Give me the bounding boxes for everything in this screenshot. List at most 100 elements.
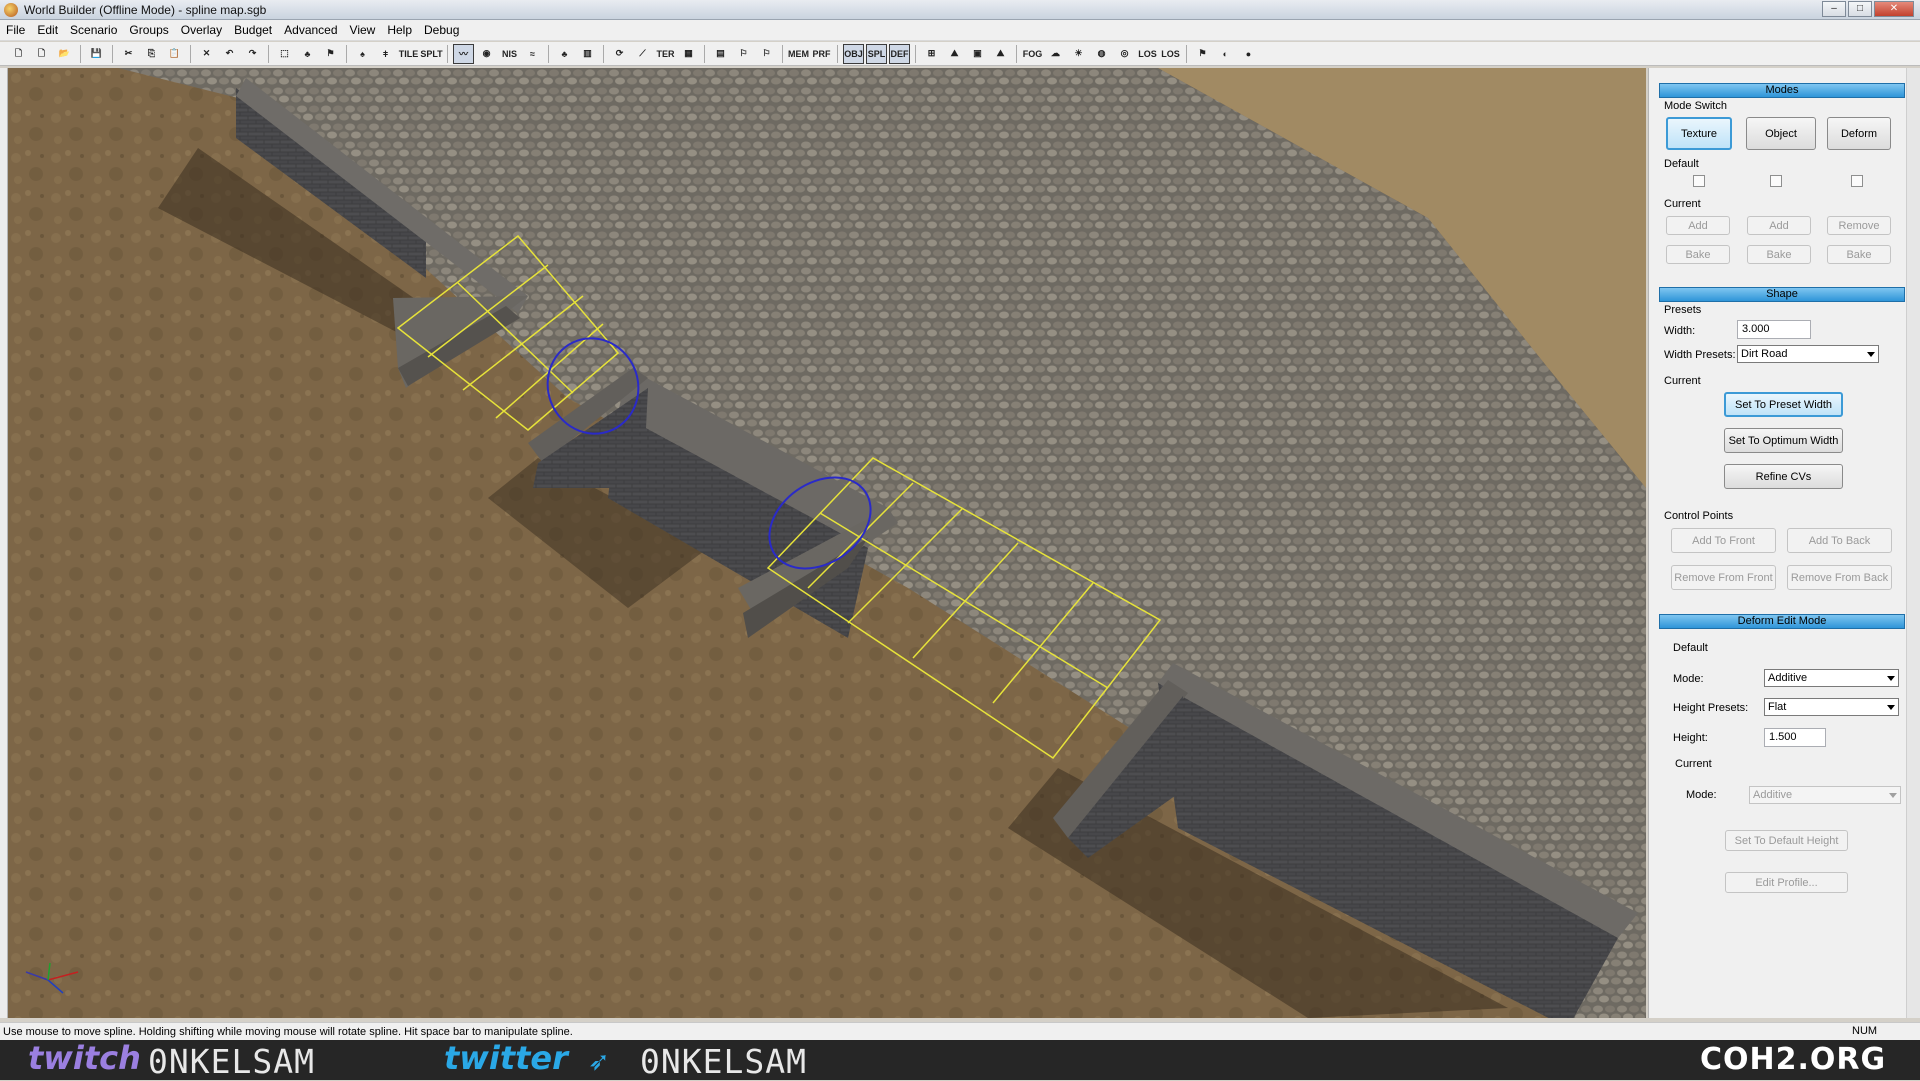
- deform-mode-select[interactable]: Additive: [1764, 669, 1899, 687]
- copy-icon[interactable]: ⎘: [141, 44, 162, 64]
- water-icon[interactable]: ◉: [476, 44, 497, 64]
- menu-groups[interactable]: Groups: [123, 20, 174, 41]
- redo-icon[interactable]: ↷: [242, 44, 263, 64]
- 3d-viewport[interactable]: [8, 68, 1646, 1018]
- texture-default-checkbox[interactable]: [1693, 175, 1705, 187]
- toolbar-tile-button[interactable]: TILE: [398, 44, 419, 64]
- toolbar-los-button[interactable]: LOS: [1137, 44, 1158, 64]
- sky-icon[interactable]: ☁: [1045, 44, 1066, 64]
- height-presets-select[interactable]: Flat: [1764, 698, 1899, 716]
- width-presets-select[interactable]: Dirt Road: [1737, 345, 1879, 363]
- remove-from-back-button[interactable]: Remove From Back: [1787, 565, 1892, 590]
- menu-scenario[interactable]: Scenario: [64, 20, 123, 41]
- num-lock-indicator: NUM: [1852, 1025, 1878, 1037]
- menu-advanced[interactable]: Advanced: [278, 20, 343, 41]
- deform-remove-button[interactable]: Remove: [1827, 216, 1891, 235]
- remove-from-front-button[interactable]: Remove From Front: [1671, 565, 1776, 590]
- close-button[interactable]: ✕: [1874, 1, 1914, 17]
- deform-edit-mode-header[interactable]: Deform Edit Mode: [1659, 614, 1905, 629]
- chart-icon[interactable]: ▥: [577, 44, 598, 64]
- flag2-icon[interactable]: ⚑: [1192, 44, 1213, 64]
- object-add-button[interactable]: Add: [1747, 216, 1811, 235]
- modes-header[interactable]: Modes: [1659, 83, 1905, 98]
- wind-icon[interactable]: ≈: [522, 44, 543, 64]
- ruler-icon[interactable]: ⟋: [632, 44, 653, 64]
- tree2-icon[interactable]: ♣: [554, 44, 575, 64]
- save-icon[interactable]: 💾: [86, 44, 107, 64]
- add-to-front-button[interactable]: Add To Front: [1671, 528, 1776, 553]
- maximize-button[interactable]: □: [1848, 1, 1872, 17]
- twitter-bird-icon: ➶: [588, 1046, 610, 1076]
- status-text: Use mouse to move spline. Holding shifti…: [3, 1025, 573, 1038]
- edit-profile-button[interactable]: Edit Profile...: [1725, 872, 1848, 893]
- toolbar-ter-button[interactable]: TER: [655, 44, 676, 64]
- spline-icon[interactable]: 〰: [453, 43, 474, 64]
- paste-icon[interactable]: 📋: [164, 44, 185, 64]
- toolbar-fog-button[interactable]: FOG: [1022, 44, 1043, 64]
- tree-icon[interactable]: ♣: [297, 44, 318, 64]
- add-to-back-button[interactable]: Add To Back: [1787, 528, 1892, 553]
- width-input[interactable]: 3.000: [1737, 320, 1811, 339]
- map-icon[interactable]: ▤: [710, 44, 731, 64]
- cut-icon[interactable]: ✂: [118, 44, 139, 64]
- undo-icon[interactable]: ↶: [219, 44, 240, 64]
- height-input[interactable]: 1.500: [1764, 728, 1826, 747]
- select-icon[interactable]: ⬚: [274, 44, 295, 64]
- terrain2-icon[interactable]: ▣: [967, 44, 988, 64]
- globe-icon[interactable]: ◍: [1091, 44, 1112, 64]
- menu-overlay[interactable]: Overlay: [175, 20, 228, 41]
- new-alt-icon[interactable]: 🗋: [31, 44, 52, 64]
- minimize-button[interactable]: –: [1822, 1, 1846, 17]
- set-to-preset-width-button[interactable]: Set To Preset Width: [1724, 392, 1843, 417]
- texture-bake-button[interactable]: Bake: [1666, 245, 1730, 264]
- refine-cvs-button[interactable]: Refine CVs: [1724, 464, 1843, 489]
- chevron-down-icon: [1887, 676, 1895, 681]
- marker2-icon[interactable]: ⚐: [756, 44, 777, 64]
- deform-bake-button[interactable]: Bake: [1827, 245, 1891, 264]
- delete-icon[interactable]: ✕: [196, 44, 217, 64]
- zone-icon[interactable]: ⊞: [921, 44, 942, 64]
- toolbar-prf-button[interactable]: PRF: [811, 44, 832, 64]
- shape-header[interactable]: Shape: [1659, 287, 1905, 302]
- menu-file[interactable]: File: [0, 20, 31, 41]
- toolbar-nis-button[interactable]: NIS: [499, 44, 520, 64]
- toolbar-spl-button[interactable]: SPL: [866, 43, 887, 64]
- texture-add-button[interactable]: Add: [1666, 216, 1730, 235]
- left-collapse-strip[interactable]: [0, 68, 8, 1018]
- cam-icon[interactable]: ◎: [1114, 44, 1135, 64]
- object-bake-button[interactable]: Bake: [1747, 245, 1811, 264]
- toolbar-def-button[interactable]: DEF: [889, 43, 910, 64]
- new-icon[interactable]: 🗋: [8, 44, 29, 64]
- snap-icon[interactable]: ⟳: [609, 44, 630, 64]
- menu-debug[interactable]: Debug: [418, 20, 465, 41]
- terrain-icon[interactable]: ⛰: [944, 44, 965, 64]
- toolbar-mem-button[interactable]: MEM: [788, 44, 809, 64]
- toolbar-obj-button[interactable]: OBJ: [843, 43, 864, 64]
- lamp-icon[interactable]: ǂ: [375, 44, 396, 64]
- toolbar-splt-button[interactable]: SPLT: [420, 44, 442, 64]
- grid-icon[interactable]: ▦: [678, 44, 699, 64]
- menu-budget[interactable]: Budget: [228, 20, 278, 41]
- deform-default-checkbox[interactable]: [1851, 175, 1863, 187]
- bush-icon[interactable]: ♠: [352, 44, 373, 64]
- sun-icon[interactable]: ☀: [1068, 44, 1089, 64]
- terrain3-icon[interactable]: ⛰: [990, 44, 1011, 64]
- flag-icon[interactable]: ⚑: [320, 44, 341, 64]
- marker-icon[interactable]: ⚐: [733, 44, 754, 64]
- object-default-checkbox[interactable]: [1770, 175, 1782, 187]
- toolbar-separator: [268, 44, 269, 63]
- set-to-optimum-width-button[interactable]: Set To Optimum Width: [1724, 428, 1843, 453]
- toolbar-los-button[interactable]: LOS: [1160, 44, 1181, 64]
- set-to-default-height-button[interactable]: Set To Default Height: [1725, 830, 1848, 851]
- menu-edit[interactable]: Edit: [31, 20, 64, 41]
- deform-mode-button[interactable]: Deform: [1827, 117, 1891, 150]
- rec-icon[interactable]: ●: [1238, 44, 1259, 64]
- open-icon[interactable]: 📂: [54, 44, 75, 64]
- menu-help[interactable]: Help: [381, 20, 418, 41]
- object-mode-button[interactable]: Object: [1746, 117, 1816, 150]
- texture-mode-button[interactable]: Texture: [1666, 117, 1732, 150]
- ai-icon[interactable]: ◐: [1215, 44, 1236, 64]
- current-mode-select[interactable]: Additive: [1749, 786, 1901, 804]
- menu-view[interactable]: View: [344, 20, 382, 41]
- panel-scrollbar[interactable]: [1906, 68, 1920, 1018]
